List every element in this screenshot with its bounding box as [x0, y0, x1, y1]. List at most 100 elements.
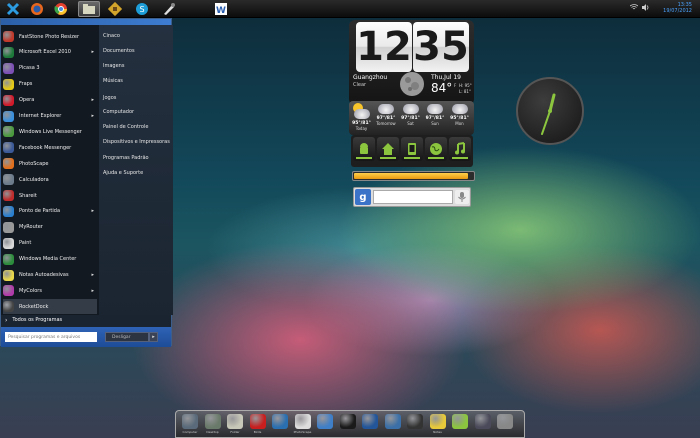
- folder-icon[interactable]: [78, 1, 100, 17]
- forecast-widget[interactable]: 95°/81° Today 97°/81° Tomorrow 97°/81° Sat 97°…: [349, 101, 474, 135]
- app-icon: [3, 142, 14, 154]
- app-item[interactable]: RocketDock: [3, 299, 97, 315]
- place-link[interactable]: Dispositivos e Impressoras: [103, 139, 170, 145]
- android-icon[interactable]: [353, 137, 375, 161]
- place-link[interactable]: Ajuda e Suporte: [103, 170, 143, 176]
- dock-icon-face: [339, 414, 356, 429]
- microphone-icon[interactable]: [455, 190, 469, 204]
- dock-icon-face: [474, 414, 491, 429]
- shutdown-options-button[interactable]: ▸: [149, 332, 158, 342]
- app-item[interactable]: Windows Live Messenger: [3, 124, 97, 139]
- chrome-icon[interactable]: [50, 1, 72, 17]
- flip-clock-widget[interactable]: 12 35 Guangzhou Clear Thu,Jul 19 84° F H…: [349, 20, 474, 105]
- google-search-input[interactable]: [373, 190, 453, 204]
- firefox-icon[interactable]: [26, 1, 48, 17]
- grid-icon[interactable]: [406, 414, 424, 434]
- app-label: MyColors: [19, 287, 42, 294]
- google-icon: g: [355, 189, 371, 205]
- music-icon[interactable]: [449, 137, 471, 161]
- tools-icon[interactable]: [104, 1, 126, 17]
- app-item[interactable]: Paint: [3, 236, 97, 251]
- all-programs-button[interactable]: › Todos os Programas: [1, 315, 99, 325]
- app-label: RocketDock: [19, 303, 49, 310]
- globe-icon[interactable]: [316, 414, 334, 434]
- disc-icon[interactable]: [384, 414, 402, 434]
- place-link[interactable]: Músicas: [103, 78, 123, 84]
- app-item[interactable]: Windows Media Center: [3, 252, 97, 267]
- paint-icon[interactable]: [158, 1, 180, 17]
- sync-icon[interactable]: [271, 414, 289, 434]
- weather-city: Guangzhou: [353, 74, 388, 81]
- moon-icon: [398, 70, 426, 100]
- dock-icon-face: [407, 414, 423, 429]
- forecast-day-label: Sat: [407, 121, 414, 126]
- app-label: Opera: [19, 97, 35, 104]
- shortcut-indicator: [404, 157, 420, 159]
- place-link[interactable]: Documentos: [103, 48, 135, 54]
- app-item[interactable]: Facebook Messenger: [3, 140, 97, 155]
- network-icon[interactable]: [474, 414, 492, 434]
- app-item[interactable]: MyColors ▸: [3, 283, 97, 298]
- battery-widget: [352, 171, 475, 181]
- place-link[interactable]: Cinaco: [103, 33, 120, 39]
- rocket-dock: Computer Desktop Folder Birds PhotoScape Note…: [175, 410, 525, 438]
- place-link[interactable]: Painel de Controle: [103, 124, 148, 130]
- place-link[interactable]: Programas Padrão: [103, 155, 149, 161]
- weather-condition: Clear: [353, 82, 367, 88]
- dock-caption: Desktop: [206, 430, 219, 434]
- shortcut-indicator: [356, 157, 372, 159]
- app-label: Paint: [19, 240, 32, 247]
- app-icon: [3, 237, 14, 249]
- program-search-input[interactable]: Pesquisar programas e arquivos: [5, 332, 97, 342]
- taskbar-clock[interactable]: 13:35 19/07/2012: [663, 2, 692, 14]
- app-item[interactable]: Notas Autoadesivas ▸: [3, 268, 97, 283]
- app-item[interactable]: Opera ▸: [3, 93, 97, 108]
- wifi-icon[interactable]: [629, 4, 639, 13]
- computer-icon[interactable]: Computer: [181, 414, 199, 434]
- app-item[interactable]: PhotoScape: [3, 156, 97, 171]
- cloud-rain-icon: [427, 104, 443, 114]
- svg-text:W: W: [216, 6, 226, 16]
- app-item[interactable]: Shareit: [3, 188, 97, 203]
- terminal-icon[interactable]: [339, 414, 357, 434]
- angry-birds-icon[interactable]: Birds: [249, 414, 267, 434]
- analog-clock-widget[interactable]: [516, 77, 584, 145]
- forecast-day-label: Today: [355, 126, 368, 131]
- desktop-icon[interactable]: Desktop: [204, 414, 222, 434]
- globe-icon[interactable]: [425, 137, 447, 161]
- app-item[interactable]: Calculadora: [3, 172, 97, 187]
- app-item[interactable]: Internet Explorer ▸: [3, 109, 97, 124]
- camera-icon[interactable]: PhotoScape: [294, 414, 312, 434]
- shutdown-button[interactable]: Desligar: [105, 332, 149, 342]
- google-search-widget[interactable]: g: [353, 187, 471, 207]
- cloud-rain-icon: [353, 109, 370, 119]
- phone-icon[interactable]: [401, 137, 423, 161]
- volume-icon[interactable]: [642, 4, 650, 13]
- skype-icon[interactable]: S: [131, 1, 153, 17]
- app-item[interactable]: Microsoft Excel 2010 ▸: [3, 45, 97, 60]
- app-item[interactable]: MyRouter: [3, 220, 97, 235]
- place-link[interactable]: Imagens: [103, 63, 124, 69]
- trash-icon[interactable]: [496, 414, 514, 434]
- word-icon[interactable]: W: [210, 1, 232, 17]
- app-label: Shareit: [19, 192, 37, 199]
- app-label: Calculadora: [19, 176, 49, 183]
- place-link[interactable]: Computador: [103, 109, 134, 115]
- app-item[interactable]: Fraps: [3, 77, 97, 92]
- app-icon: [3, 269, 14, 281]
- home-icon[interactable]: [377, 137, 399, 161]
- cloud-rain-icon: [451, 104, 468, 114]
- app-label: MyRouter: [19, 224, 43, 231]
- android-icon[interactable]: [451, 414, 469, 434]
- app-item[interactable]: Ponto de Partida ▸: [3, 204, 97, 219]
- app-item[interactable]: Picasa 3: [3, 61, 97, 76]
- windows-x-icon[interactable]: [2, 1, 24, 17]
- dock-icon-face: [497, 414, 513, 429]
- app-icon: [3, 110, 14, 122]
- media-icon[interactable]: [361, 414, 379, 434]
- folder-icon[interactable]: Folder: [226, 414, 244, 434]
- place-link[interactable]: Jogos: [103, 95, 116, 101]
- app-item[interactable]: FastStone Photo Resizer: [3, 29, 97, 44]
- app-label: Picasa 3: [19, 65, 40, 72]
- notes-icon[interactable]: Notes: [429, 414, 447, 434]
